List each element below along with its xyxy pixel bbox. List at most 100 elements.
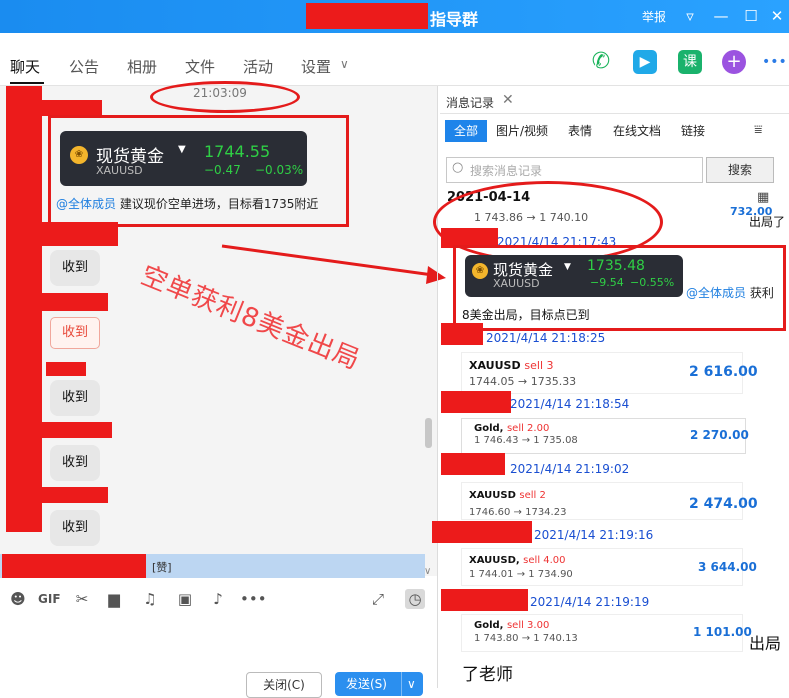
message-text: 建议现价空单进场，目标看1735附近 xyxy=(119,197,319,211)
filter-emoji[interactable]: 表情 xyxy=(568,120,592,142)
mention-all[interactable]: @全体成员 xyxy=(56,197,116,211)
history-message: 8美金出局，目标点已到 xyxy=(462,308,590,322)
trade-value: 2 616.00 xyxy=(689,364,758,380)
quote-change: −0.47 xyxy=(204,163,241,177)
caret-down-icon: ▼ xyxy=(564,262,571,272)
quote-price: 1735.48 xyxy=(587,258,645,274)
redacted-sender xyxy=(42,487,108,503)
redacted-sender xyxy=(441,453,505,475)
filter-links[interactable]: 链接 xyxy=(681,120,705,142)
class-icon[interactable]: 课 xyxy=(678,50,702,74)
phone-icon[interactable]: ✆ xyxy=(589,50,613,74)
scissors-icon[interactable]: ✂ xyxy=(72,589,92,609)
folder-icon[interactable]: ▆ xyxy=(104,589,124,609)
timestamp: 2021/4/14 21:18:54 xyxy=(510,397,630,411)
filter-media[interactable]: 图片/视频 xyxy=(496,120,548,142)
image-icon[interactable]: ▣ xyxy=(175,589,195,609)
tab-settings[interactable]: 设置 xyxy=(301,56,331,77)
side-text: 出局 xyxy=(749,634,782,653)
filter-all[interactable]: 全部 xyxy=(445,120,487,142)
trade-symbol: XAUUSD sell 2 xyxy=(469,490,546,501)
filter-docs[interactable]: 在线文档 xyxy=(613,120,661,142)
calendar-icon[interactable]: ▦ xyxy=(757,190,769,205)
annotation-arrow xyxy=(221,244,446,284)
tab-notice[interactable]: 公告 xyxy=(69,56,99,77)
redacted-sender xyxy=(441,323,483,345)
close-history-icon[interactable]: ✕ xyxy=(502,92,514,108)
pane-divider xyxy=(437,86,438,688)
maximize-button[interactable]: ☐ xyxy=(741,6,761,26)
redacted-sender xyxy=(42,100,102,116)
trade-symbol: Gold, sell 3.00 xyxy=(474,620,550,631)
redacted-group-name xyxy=(306,3,428,29)
received-bubble: 收到 xyxy=(50,510,100,546)
trade-move: 1 743.80 → 1 740.13 xyxy=(474,633,578,644)
history-bottom-text: 了老师 xyxy=(462,665,513,685)
timestamp: 2021/4/14 21:19:16 xyxy=(534,528,654,542)
received-sticker: 收到 xyxy=(50,317,100,349)
trade-value: 3 644.00 xyxy=(698,560,757,574)
search-icon: ○ xyxy=(452,160,464,175)
video-icon[interactable]: ▶ xyxy=(633,50,657,74)
send-button[interactable]: 发送(S) ∨ xyxy=(335,672,423,696)
redacted-sender xyxy=(441,391,511,413)
history-clock-icon[interactable]: ◷ xyxy=(405,589,425,609)
active-tab-indicator xyxy=(10,82,44,84)
trade-move: 1 744.01 → 1 734.90 xyxy=(469,569,573,580)
trade-symbol: XAUUSD sell 3 xyxy=(469,359,554,372)
report-link[interactable]: 举报 xyxy=(642,8,666,25)
add-app-icon[interactable]: + xyxy=(722,50,746,74)
tab-files[interactable]: 文件 xyxy=(185,56,215,77)
search-placeholder: 搜索消息记录 xyxy=(470,164,543,178)
history-tab[interactable]: 消息记录 xyxy=(446,94,494,111)
gif-icon[interactable]: GIF xyxy=(38,589,61,609)
window-title: 指导群 xyxy=(430,10,479,29)
received-bubble: 收到 xyxy=(50,445,100,481)
chevron-down-icon[interactable]: ∨ xyxy=(340,57,349,71)
coin-icon: ❀ xyxy=(70,146,88,164)
redacted-block xyxy=(42,222,118,246)
more-icon[interactable]: ••• xyxy=(762,50,787,74)
skin-icon[interactable]: ▿ xyxy=(680,6,700,26)
more-tools-icon[interactable]: ••• xyxy=(240,589,267,609)
music-icon[interactable]: ♫ xyxy=(140,589,160,609)
close-chat-button[interactable]: 关闭(C) xyxy=(246,672,322,698)
received-bubble: 收到 xyxy=(50,250,100,286)
bell-icon[interactable]: ♪ xyxy=(208,589,228,609)
redacted-sender xyxy=(46,362,86,376)
minimize-button[interactable]: — xyxy=(711,6,731,26)
quote-change-pct: −0.55% xyxy=(630,276,675,289)
caret-down-icon: ▼ xyxy=(178,144,186,155)
send-label: 发送(S) xyxy=(346,677,387,691)
redacted-sender xyxy=(441,589,528,611)
scroll-down-icon[interactable]: ∨ xyxy=(424,566,431,577)
received-bubble: 收到 xyxy=(50,380,100,416)
history-divider xyxy=(440,113,789,114)
trade-value: 1 101.00 xyxy=(693,625,752,639)
tab-chat[interactable]: 聊天 xyxy=(10,56,40,77)
tab-activity[interactable]: 活动 xyxy=(243,56,273,77)
quote-change-pct: −0.03% xyxy=(255,163,304,177)
emoji-icon[interactable]: ☻ xyxy=(8,589,28,609)
search-button[interactable]: 搜索 xyxy=(706,157,774,183)
trade-move: 1 746.43 → 1 735.08 xyxy=(474,435,578,446)
redacted-sender xyxy=(432,521,532,543)
send-options-icon[interactable]: ∨ xyxy=(401,672,416,696)
quote-symbol: XAUUSD xyxy=(96,164,143,177)
filter-icon[interactable]: ⩸ xyxy=(754,122,763,138)
trade-move: 1744.05 → 1735.33 xyxy=(469,375,577,388)
quote-change: −9.54 xyxy=(590,276,624,289)
redacted-sender xyxy=(42,293,108,311)
annotation-circle xyxy=(150,81,300,113)
trade-value: 2 270.00 xyxy=(690,428,749,442)
close-button[interactable]: ✕ xyxy=(767,6,787,26)
expand-icon[interactable]: ⤢ xyxy=(368,589,388,609)
trade-symbol: XAUUSD, sell 4.00 xyxy=(469,555,566,566)
chat-scrollbar[interactable] xyxy=(425,418,432,448)
trade-move: 1746.60 → 1734.23 xyxy=(469,507,567,518)
timestamp: 2021/4/14 21:19:19 xyxy=(530,595,650,609)
redacted-block xyxy=(2,554,146,578)
history-mention-line: @全体成员 获利 xyxy=(686,284,774,301)
tab-album[interactable]: 相册 xyxy=(127,56,157,77)
mention-all[interactable]: @全体成员 xyxy=(686,286,746,300)
